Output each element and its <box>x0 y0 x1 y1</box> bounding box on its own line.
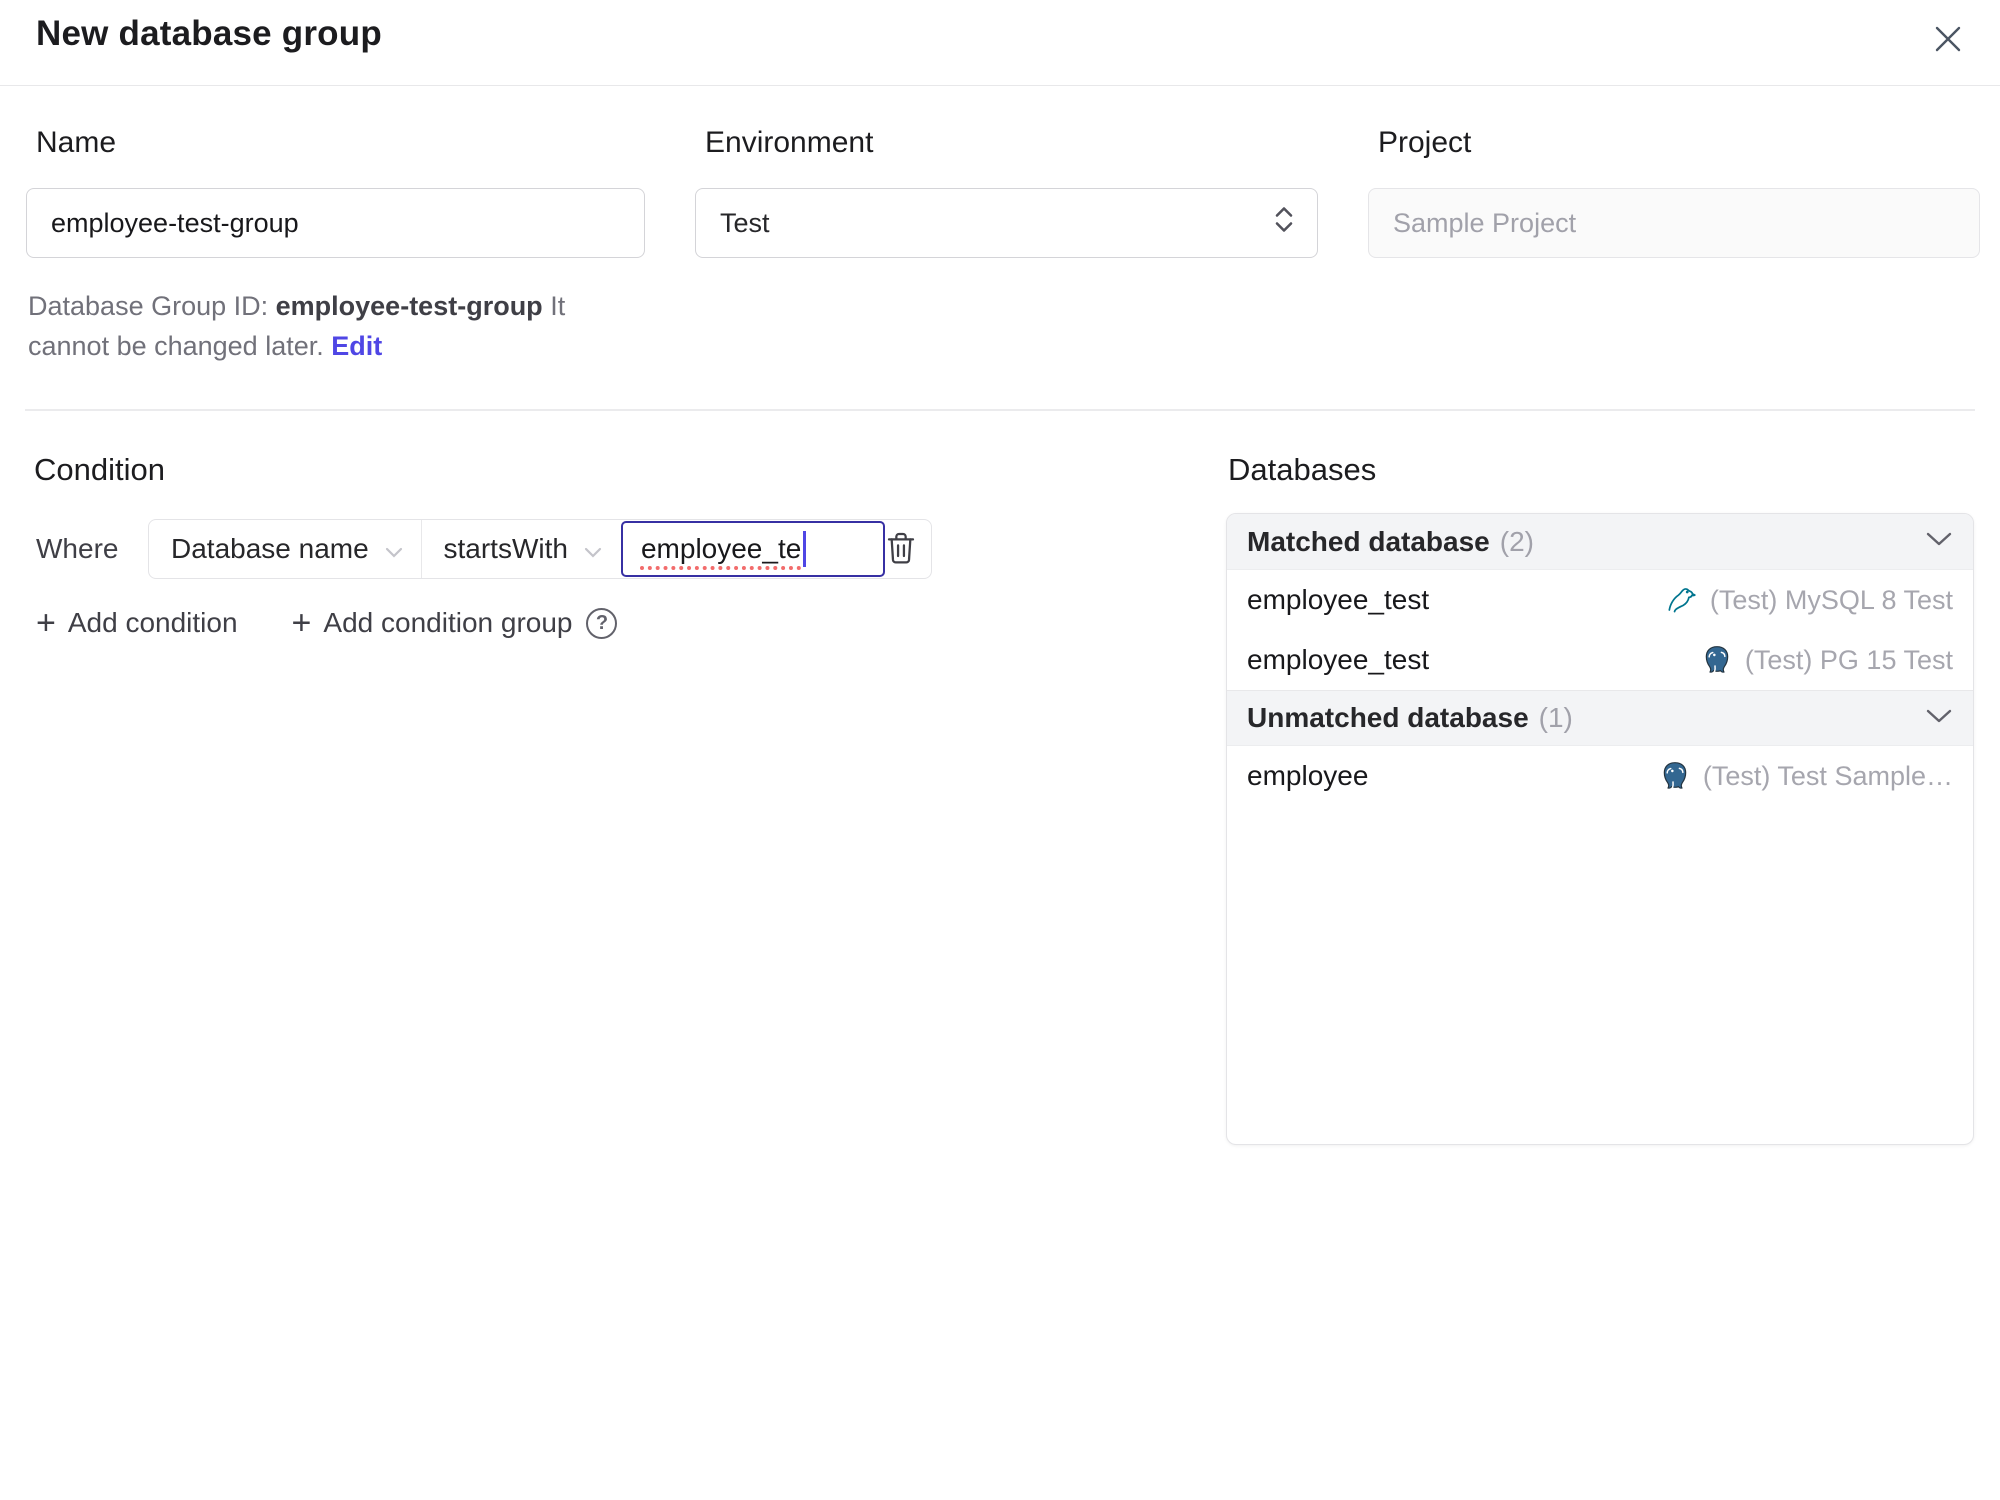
unmatched-database-title: Unmatched database <box>1247 702 1529 733</box>
plus-icon: + <box>36 604 56 642</box>
helper-prefix: Database Group ID: <box>28 291 276 321</box>
project-value: Sample Project <box>1393 207 1577 238</box>
environment-select[interactable]: Test <box>695 188 1318 258</box>
postgresql-icon <box>1701 644 1733 676</box>
condition-heading: Condition <box>34 452 165 487</box>
add-condition-group-button[interactable]: + Add condition group ? <box>292 606 618 640</box>
instance-label: (Test) Test Sample… <box>1702 760 1953 791</box>
table-row[interactable]: employee (Test) Test Sample… <box>1227 746 1973 806</box>
name-label: Name <box>36 126 117 159</box>
instance-label: (Test) MySQL 8 Test <box>1709 584 1953 615</box>
condition-value-text: employee_te <box>640 533 802 564</box>
instance-info: (Test) PG 15 Test <box>1701 644 1953 676</box>
name-input[interactable] <box>26 188 645 258</box>
databases-panel: Matched database (2) employee_test (Test… <box>1226 513 1974 1145</box>
project-field-group: Project Sample Project <box>1368 126 1980 366</box>
project-field: Sample Project <box>1368 188 1980 258</box>
unmatched-database-count: (1) <box>1538 702 1573 733</box>
text-caret <box>803 531 807 567</box>
delete-condition-button[interactable] <box>885 527 917 571</box>
database-group-id-helper: Database Group ID: employee-test-group I… <box>28 286 645 366</box>
databases-heading: Databases <box>1228 452 1377 487</box>
environment-field-group: Environment Test <box>695 126 1318 366</box>
chevron-down-icon <box>584 533 602 565</box>
unmatched-database-section-header[interactable]: Unmatched database (1) <box>1227 690 1973 746</box>
operator-select[interactable]: startsWith <box>422 520 620 578</box>
instance-info: (Test) Test Sample… <box>1659 760 1953 792</box>
database-name: employee <box>1247 760 1369 791</box>
database-name: employee_test <box>1247 644 1430 675</box>
condition-actions: + Add condition + Add condition group ? <box>36 606 618 640</box>
instance-label: (Test) PG 15 Test <box>1744 644 1953 675</box>
section-divider <box>25 409 1975 411</box>
close-button[interactable] <box>1926 18 1970 62</box>
operator-value: startsWith <box>443 533 568 564</box>
environment-value: Test <box>720 207 770 238</box>
form-row: Name Database Group ID: employee-test-gr… <box>26 126 1980 366</box>
chevron-down-icon <box>1925 531 1953 552</box>
plus-icon: + <box>291 604 312 642</box>
name-field-group: Name Database Group ID: employee-test-gr… <box>26 126 645 366</box>
database-name: employee_test <box>1247 584 1430 615</box>
add-condition-group-label: Add condition group <box>323 607 573 638</box>
where-label: Where <box>36 533 119 564</box>
factor-select[interactable]: Database name <box>149 520 421 578</box>
matched-database-section-header[interactable]: Matched database (2) <box>1227 514 1973 570</box>
postgresql-icon <box>1659 760 1691 792</box>
close-icon <box>1931 22 1965 59</box>
condition-expression: Database name startsWith employee_te <box>148 519 932 579</box>
instance-info: (Test) MySQL 8 Test <box>1666 584 1953 616</box>
database-group-id-value: employee-test-group <box>275 291 543 321</box>
matched-database-count: (2) <box>1499 525 1534 557</box>
condition-value-input[interactable]: employee_te <box>620 521 885 577</box>
add-condition-label: Add condition <box>67 607 238 638</box>
matched-database-title: Matched database <box>1247 525 1490 557</box>
new-database-group-dialog: New database group Name Database Group I… <box>0 0 2000 1500</box>
trash-icon <box>885 530 917 569</box>
project-label: Project <box>1378 126 1472 159</box>
chevron-down-icon <box>385 533 403 565</box>
chevron-down-icon <box>1925 708 1953 729</box>
help-icon[interactable]: ? <box>586 607 618 639</box>
table-row[interactable]: employee_test (Test) MySQL 8 Test <box>1227 570 1973 630</box>
chevron-updown-icon <box>1273 205 1295 242</box>
condition-row: Where Database name startsWith employee_… <box>36 519 932 579</box>
environment-label: Environment <box>705 126 874 159</box>
factor-value: Database name <box>171 533 369 564</box>
table-row[interactable]: employee_test (Test) PG 15 Test <box>1227 630 1973 690</box>
page-title: New database group <box>36 14 382 53</box>
mysql-icon <box>1666 584 1698 616</box>
dialog-header: New database group <box>0 0 2000 86</box>
add-condition-button[interactable]: + Add condition <box>36 606 238 640</box>
edit-link[interactable]: Edit <box>331 331 382 361</box>
